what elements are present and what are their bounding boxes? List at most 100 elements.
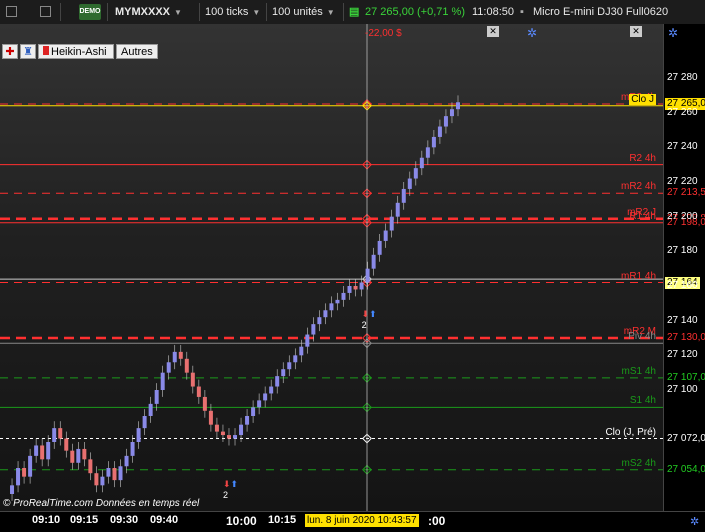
tab-heikin-ashi[interactable]: Heikin-Ashi <box>38 44 114 59</box>
trade-marker[interactable]: ⬇⬆ 2 <box>223 479 238 500</box>
x-tick: 10:15 <box>268 514 297 526</box>
level-label: Clo (J, Pré) <box>605 426 656 438</box>
candle-body <box>94 473 99 486</box>
candle-body <box>323 310 328 318</box>
candle-body <box>425 147 430 158</box>
candle-body <box>456 102 460 110</box>
price-tick: 27 140 <box>667 314 698 326</box>
candle-body <box>148 403 153 416</box>
trade-count: 2 <box>361 319 367 330</box>
candle-body <box>28 455 33 477</box>
candle-body <box>431 136 436 148</box>
price-tick: 27 280 <box>667 72 698 83</box>
price-tick: 27 260 <box>667 106 698 118</box>
candle-body <box>46 442 51 460</box>
candle-body <box>257 400 262 408</box>
price-tick: 27 220 <box>667 176 698 187</box>
heikin-color-icon <box>43 46 49 55</box>
candle-body <box>226 435 231 439</box>
level-label: mR2 4h <box>620 181 656 193</box>
footer: © ProRealTime.com Données en temps réel <box>3 498 199 509</box>
candlestick-chart <box>10 95 460 501</box>
close-icon[interactable]: ✕ <box>487 26 499 37</box>
x-tick: 09:10 <box>32 514 61 526</box>
candle-body <box>413 168 418 179</box>
price-tick: 27 100 <box>667 384 698 395</box>
candle-body <box>359 282 364 290</box>
candle-body <box>166 362 171 373</box>
candle-body <box>269 386 274 394</box>
candle-body <box>263 393 268 401</box>
price-badge: 27 213,5 <box>665 187 705 200</box>
candle-body <box>347 286 352 293</box>
candle-body <box>154 390 159 404</box>
candle-body <box>214 424 219 432</box>
candle-body <box>293 355 298 363</box>
gear-icon[interactable]: ✲ <box>690 515 699 528</box>
x-tick: 09:15 <box>70 514 99 526</box>
tab-others[interactable]: Autres <box>116 44 158 59</box>
candle-body <box>64 438 69 451</box>
candle-body <box>407 178 412 189</box>
candle-body <box>136 428 141 442</box>
candle-body <box>311 324 316 335</box>
candle-body <box>239 424 244 436</box>
candle-body <box>341 292 346 300</box>
candle-body <box>275 376 280 387</box>
candle-body <box>437 126 442 137</box>
candle-body <box>395 202 400 217</box>
candle-body <box>299 346 304 356</box>
level-label: R1 4h <box>629 210 656 222</box>
candle-body <box>220 431 225 436</box>
remove-icon[interactable]: ✚ <box>2 44 18 59</box>
candle-body <box>124 455 129 467</box>
candle-body <box>383 230 388 241</box>
prorealtime-logo: © ProRealTime.com <box>3 498 94 509</box>
candle-body <box>365 268 370 283</box>
candle-body <box>335 299 340 304</box>
candle-body <box>178 351 183 359</box>
candle-body <box>112 468 117 481</box>
x-tick: 09:40 <box>150 514 179 526</box>
candle-body <box>208 410 213 425</box>
gear-icon[interactable]: ✲ <box>527 26 537 40</box>
candle-body <box>190 372 195 387</box>
candle-body <box>52 428 57 442</box>
candle-body <box>443 116 448 127</box>
candle-body <box>16 468 21 486</box>
candle-body <box>172 351 177 363</box>
gear-icon[interactable]: ✲ <box>668 26 678 40</box>
candle-body <box>353 286 358 290</box>
candle-body <box>287 362 292 370</box>
candle-body <box>160 372 165 390</box>
price-badge: 27 130,0 <box>665 332 705 344</box>
price-tick: 27 120 <box>667 349 698 361</box>
level-label: mS2 4h <box>621 457 656 469</box>
candle-body <box>100 476 105 486</box>
close-icon[interactable]: ✕ <box>630 26 642 37</box>
level-label: S1 4h <box>629 395 656 407</box>
candle-body <box>305 334 310 347</box>
price-tick: 27 180 <box>667 245 698 257</box>
candle-body <box>317 317 322 325</box>
level-label: Piv 4h <box>628 331 656 343</box>
candle-body <box>419 157 424 169</box>
x-tick: 09:30 <box>110 514 139 526</box>
candle-body <box>371 254 376 269</box>
candle-body <box>184 358 189 373</box>
candle-body <box>76 448 81 463</box>
trade-marker[interactable]: ⬇⬆ 2 <box>362 309 377 330</box>
candle-body <box>329 303 334 311</box>
price-badge: 27 072,0 <box>665 432 705 445</box>
candle-body <box>70 450 75 463</box>
candle-body <box>82 448 87 460</box>
candle-body <box>40 445 45 460</box>
add-icon[interactable]: ♜ <box>20 44 36 59</box>
candle-body <box>233 435 238 439</box>
candle-body <box>449 109 454 117</box>
candle-body <box>377 240 382 255</box>
candle-body <box>88 459 93 474</box>
realtime-text: Données en temps réel <box>95 498 200 509</box>
candle-body <box>245 416 250 425</box>
candle-body <box>118 466 123 481</box>
